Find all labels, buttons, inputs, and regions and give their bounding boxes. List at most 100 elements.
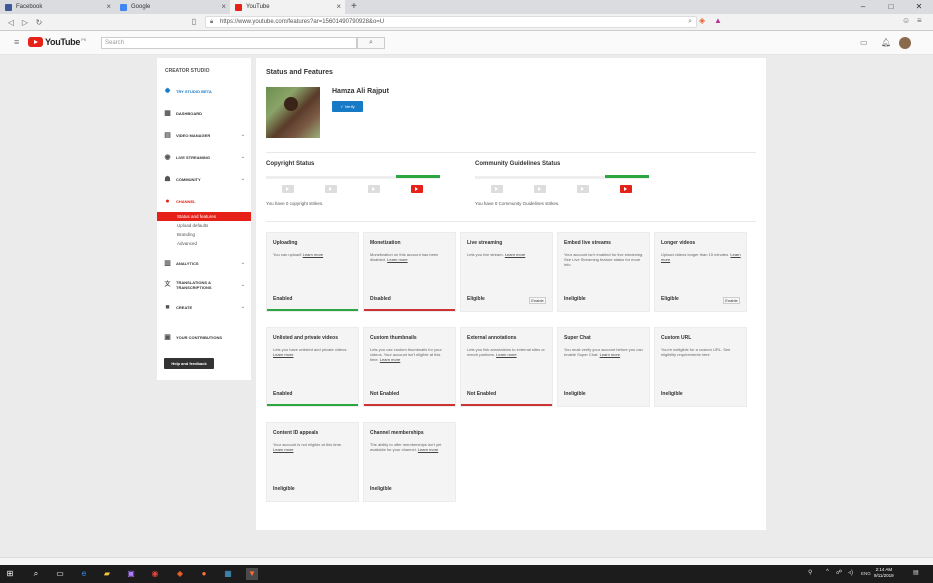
enable-button[interactable]: Enable [723,297,740,304]
close-tab-icon[interactable]: × [221,2,226,11]
sidebar-subitem-status-and-features[interactable]: Status and features [157,212,251,221]
contributions-icon: ▣ [164,333,171,341]
taskbar-clock[interactable]: 2:14 AM 9/11/2019 [874,567,894,579]
feature-card: Content ID appeals Your account is not el… [266,422,359,502]
upload-video-icon[interactable]: ▭ [860,38,868,47]
learn-more-link[interactable]: Learn more [303,252,323,257]
feature-card: Uploading You can upload! Learn more Enabl… [266,232,359,312]
learn-more-link[interactable]: Learn more [273,352,293,357]
app-icon[interactable]: ▦ [222,568,234,580]
chevron-down-icon[interactable]: ⌄ [241,154,245,160]
minimize-button[interactable]: – [849,0,877,14]
learn-more-link[interactable]: Learn more [418,447,438,452]
learn-more-link[interactable]: Learn more [600,352,620,357]
task-view-icon[interactable]: ▭ [54,568,66,580]
live-streaming-icon: ◉ [164,153,171,161]
close-window-button[interactable]: ✕ [905,0,933,14]
new-tab-button[interactable]: + [345,0,363,14]
community-strike-track [475,175,649,180]
sidebar-item-label: TRANSLATIONS & TRANSCRIPTIONS [176,280,212,290]
zoom-icon[interactable]: ⌕ [688,17,692,27]
feature-description: Upload videos longer than 15 minutes. Le… [661,252,741,262]
sidebar-subitem-advanced[interactable]: Advanced [157,239,251,248]
sidebar-item-translations[interactable]: 文 TRANSLATIONS & TRANSCRIPTIONS ⌄ [157,274,251,296]
tray-volume-icon[interactable]: ◃) [848,569,853,576]
sidebar-item-live-streaming[interactable]: ◉ LIVE STREAMING ⌄ [157,146,251,168]
chevron-down-icon[interactable]: ⌄ [241,282,245,288]
tab-google[interactable]: Google × [115,0,230,14]
sidebar-item-community[interactable]: ☗ COMMUNITY ⌄ [157,168,251,190]
chevron-down-icon[interactable]: ⌄ [241,304,245,310]
sidebar-item-try-studio-beta[interactable]: ✹ TRY STUDIO BETA [157,80,251,102]
sidebar-item-label: TRY STUDIO BETA [176,88,212,94]
sidebar-item-create[interactable]: ■ CREATE ⌄ [157,296,251,318]
brave-icon[interactable]: ▼ [246,568,258,580]
enable-button[interactable]: Enable [529,297,546,304]
search-input[interactable]: Search [101,37,357,49]
menu-icon[interactable]: ≡ [917,16,922,25]
brave-rewards-icon[interactable]: ▲ [714,16,722,25]
close-tab-icon[interactable]: × [336,2,341,11]
close-tab-icon[interactable]: × [106,2,111,11]
clock-date: 9/11/2019 [874,573,894,578]
tray-up-arrow-icon[interactable]: ^ [826,569,829,575]
search-icon[interactable]: ⌕ [30,568,42,580]
sidebar-item-video-manager[interactable]: ▤ VIDEO MANAGER ⌄ [157,124,251,146]
account-avatar[interactable] [899,37,911,49]
bookmark-icon[interactable]: ▯ [187,17,201,26]
copyright-status-title: Copyright Status [266,161,315,167]
feature-title: Monetization [370,240,401,246]
learn-more-link[interactable]: Learn more [505,252,525,257]
sidebar-item-your-contributions[interactable]: ▣ YOUR CONTRIBUTIONS [157,326,251,348]
forward-button[interactable]: ▷ [18,18,32,27]
adobe-icon[interactable]: ◆ [174,568,186,580]
feature-title: Embed live streams [564,240,611,246]
feature-status: Disabled [370,296,391,302]
chrome-icon[interactable]: ◉ [149,568,161,580]
maximize-button[interactable]: □ [877,0,905,14]
sidebar-item-channel[interactable]: ● CHANNEL [157,190,251,212]
sidebar-item-analytics[interactable]: ▥ ANALYTICS ⌄ [157,252,251,274]
url-field[interactable]: 🔒︎ https://www.youtube.com/features?ar=1… [205,16,697,28]
edge-icon[interactable]: e [78,568,90,580]
sidebar-item-label: DASHBOARD [176,110,202,116]
notifications-bell-icon[interactable]: 🔔︎ [881,38,891,47]
sidebar-subitem-upload-defaults[interactable]: Upload defaults [157,221,251,230]
action-center-icon[interactable]: ▤ [913,569,919,576]
learn-more-link[interactable]: Learn more [273,447,293,452]
learn-more-link[interactable]: Learn more [380,357,400,362]
feature-title: Longer videos [661,240,696,246]
feature-card: Super Chat You must verify your account b… [557,327,650,407]
feature-description: Lets you link annotations to external si… [467,347,545,357]
chevron-down-icon[interactable]: ⌄ [241,132,245,138]
sidebar-item-label: COMMUNITY [176,176,201,182]
youtube-logo[interactable]: YouTube PK [28,37,86,47]
hamburger-menu-icon[interactable]: ≡ [14,37,19,47]
help-and-feedback-button[interactable]: Help and feedback [164,358,214,369]
feature-title: Live streaming [467,240,503,246]
learn-more-link[interactable]: Learn more [387,257,407,262]
account-icon[interactable]: ☺ [902,16,910,25]
tab-facebook[interactable]: Facebook × [0,0,115,14]
tray-people-icon[interactable]: ⚲ [808,569,812,576]
premiere-icon[interactable]: ▣ [125,568,137,580]
chevron-down-icon[interactable]: ⌄ [241,260,245,266]
community-status-title: Community Guidelines Status [475,161,561,167]
windows-start-icon[interactable]: ⊞ [4,568,16,580]
sidebar-item-dashboard[interactable]: ▦ DASHBOARD [157,102,251,124]
reload-button[interactable]: ↻ [32,18,46,27]
brave-shield-icon[interactable]: ◈ [699,16,705,25]
verify-button[interactable]: ✓ Verify [332,101,363,112]
file-explorer-icon[interactable]: ▰ [101,568,113,580]
feature-title: Custom thumbnails [370,335,417,341]
search-button[interactable]: ⌕ [357,37,385,49]
back-button[interactable]: ◁ [4,18,18,27]
learn-more-link[interactable]: Learn more [496,352,516,357]
tab-youtube[interactable]: YouTube × [230,0,345,14]
firefox-icon[interactable]: ● [198,568,210,580]
tray-network-icon[interactable]: ☍ [836,569,842,576]
tray-language[interactable]: ENG [861,571,871,576]
sidebar-subitem-branding[interactable]: Branding [157,230,251,239]
chevron-down-icon[interactable]: ⌄ [241,176,245,182]
sidebar-item-label: CREATE [176,304,193,310]
